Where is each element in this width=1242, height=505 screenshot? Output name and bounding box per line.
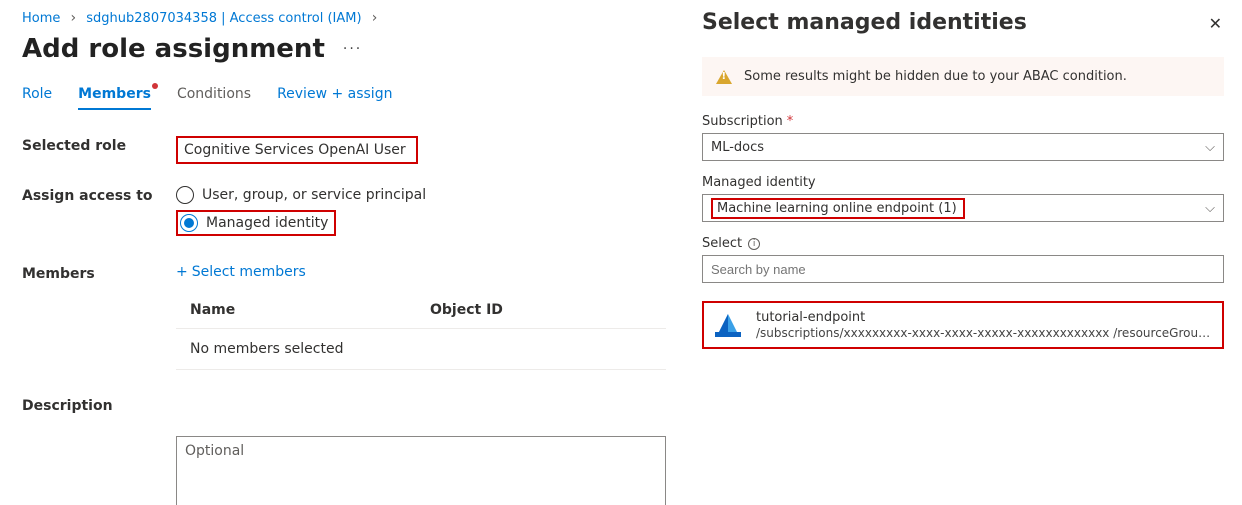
tab-role[interactable]: Role	[22, 86, 52, 110]
selected-role-label: Selected role	[22, 136, 176, 154]
attention-dot-icon	[152, 83, 158, 89]
info-icon: i	[748, 238, 760, 250]
members-label: Members	[22, 264, 176, 282]
plus-icon: +	[176, 264, 188, 280]
ml-endpoint-icon	[712, 309, 744, 341]
tab-members[interactable]: Members	[78, 86, 151, 110]
select-managed-identities-panel: Select managed identities ✕ Some results…	[684, 0, 1242, 505]
tabs: Role Members Conditions Review + assign	[22, 86, 684, 110]
select-members-link[interactable]: +Select members	[176, 264, 306, 280]
subscription-dropdown[interactable]: ML-docs ⌵	[702, 133, 1224, 161]
main-column: Home › sdghub2807034358 | Access control…	[0, 0, 684, 505]
chevron-down-icon: ⌵	[1205, 201, 1215, 216]
radio-label: User, group, or service principal	[202, 187, 426, 203]
warning-icon	[716, 70, 732, 84]
members-empty: No members selected	[176, 329, 666, 370]
search-input[interactable]	[702, 255, 1224, 283]
panel-title: Select managed identities	[702, 10, 1027, 35]
managed-identity-value: Machine learning online endpoint (1)	[711, 198, 965, 219]
chevron-right-icon: ›	[372, 10, 378, 26]
abac-warning: Some results might be hidden due to your…	[702, 57, 1224, 96]
managed-identity-label: Managed identity	[702, 175, 1224, 190]
result-path: /subscriptions/xxxxxxxxx-xxxx-xxxx-xxxxx…	[756, 326, 1214, 340]
close-icon[interactable]: ✕	[1207, 10, 1224, 33]
managed-identity-dropdown[interactable]: Machine learning online endpoint (1) ⌵	[702, 194, 1224, 222]
tab-members-label: Members	[78, 86, 151, 102]
chevron-right-icon: ›	[71, 10, 77, 26]
chevron-down-icon: ⌵	[1205, 140, 1215, 155]
subscription-label: Subscription*	[702, 114, 1224, 129]
members-table: Name Object ID No members selected	[176, 292, 666, 370]
selected-role-value: Cognitive Services OpenAI User	[176, 136, 418, 164]
col-name: Name	[190, 302, 430, 318]
breadcrumb-resource[interactable]: sdghub2807034358 | Access control (IAM)	[86, 11, 361, 26]
col-object-id: Object ID	[430, 302, 503, 318]
identity-result-item[interactable]: tutorial-endpoint /subscriptions/xxxxxxx…	[702, 301, 1224, 349]
description-textarea[interactable]: Optional	[176, 436, 666, 505]
assign-access-label: Assign access to	[22, 186, 176, 204]
select-label: Select i	[702, 236, 1224, 251]
radio-icon	[176, 186, 194, 204]
select-members-label: Select members	[192, 264, 306, 280]
tab-conditions[interactable]: Conditions	[177, 86, 251, 110]
abac-warning-text: Some results might be hidden due to your…	[744, 69, 1127, 84]
tab-review-assign[interactable]: Review + assign	[277, 86, 392, 110]
page-title: Add role assignment	[22, 34, 325, 64]
radio-managed-identity[interactable]: Managed identity	[176, 210, 336, 236]
breadcrumb-home[interactable]: Home	[22, 11, 60, 26]
subscription-value: ML-docs	[711, 140, 764, 155]
more-actions-button[interactable]: ···	[339, 41, 366, 57]
radio-user-group-spn[interactable]: User, group, or service principal	[176, 186, 684, 204]
radio-checked-icon	[180, 214, 198, 232]
result-name: tutorial-endpoint	[756, 310, 1214, 326]
breadcrumb: Home › sdghub2807034358 | Access control…	[22, 10, 684, 26]
radio-label: Managed identity	[206, 215, 328, 231]
description-label: Description	[22, 396, 176, 414]
